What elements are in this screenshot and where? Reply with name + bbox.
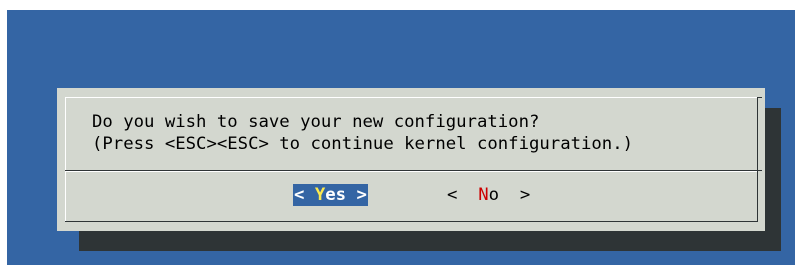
yes-button[interactable]: < Yes > — [293, 184, 368, 206]
frame-top-border — [65, 97, 757, 98]
yes-button-right-bracket: > — [356, 185, 367, 205]
no-button[interactable]: < No > — [447, 184, 530, 206]
frame-corner-top-right — [758, 97, 762, 98]
no-button-label: o — [488, 185, 500, 205]
frame-left-border — [65, 97, 66, 221]
message-line-2: (Press <ESC><ESC> to continue kernel con… — [92, 134, 634, 154]
frame-bottom-border — [65, 221, 758, 222]
button-area-divider-highlight — [65, 171, 757, 172]
yes-button-left-bracket: < — [294, 185, 305, 205]
no-button-hotkey: N — [478, 185, 489, 205]
yes-button-label: es — [325, 185, 347, 205]
save-config-dialog: Do you wish to save your new configurati… — [57, 88, 765, 231]
dialog-message: Do you wish to save your new configurati… — [92, 111, 633, 155]
frame-tee-right — [758, 170, 762, 171]
yes-button-hotkey: Y — [314, 185, 326, 205]
frame-right-border — [757, 97, 758, 221]
message-line-1: Do you wish to save your new configurati… — [92, 112, 540, 132]
no-button-left-bracket: < — [447, 185, 458, 205]
no-button-right-bracket: > — [519, 185, 531, 205]
